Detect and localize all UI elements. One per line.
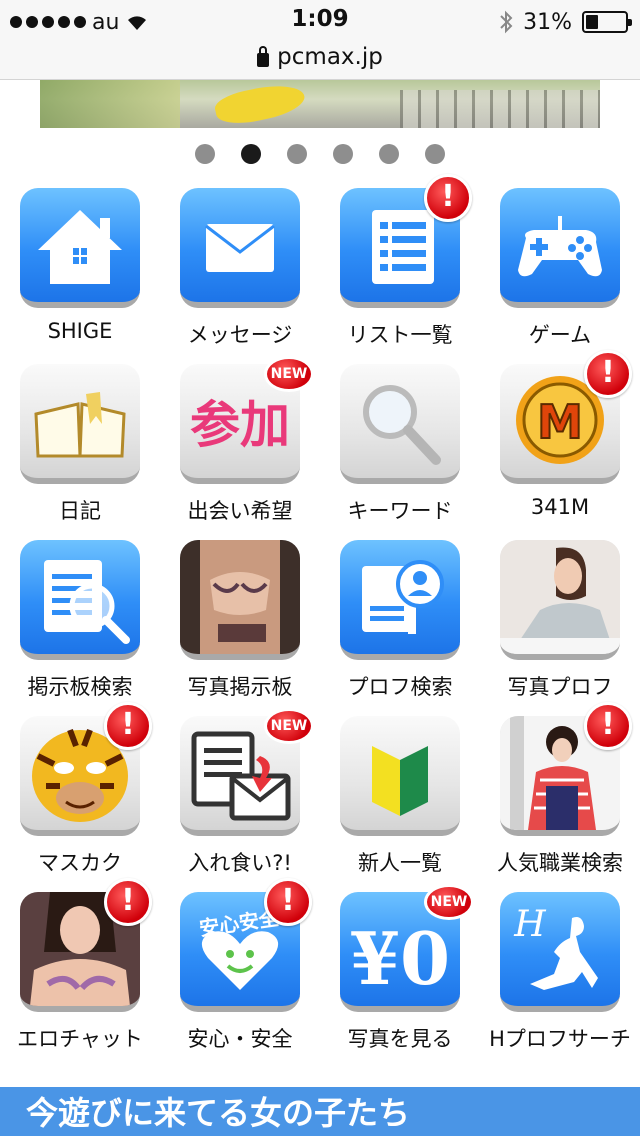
- menu-tile-label: 写真掲示板: [187, 675, 293, 699]
- document-search-icon[interactable]: [20, 540, 140, 660]
- pager-dot[interactable]: [287, 144, 307, 164]
- menu-tile-label: Hプロフサーチ: [489, 1027, 631, 1051]
- alert-badge-icon: !: [584, 350, 632, 398]
- menu-tile-label: 写真プロフ: [507, 675, 613, 699]
- address-bar[interactable]: pcmax.jp: [0, 40, 640, 74]
- envelope-icon[interactable]: [180, 188, 300, 308]
- menu-tile-label: 掲示板検索: [27, 675, 133, 699]
- carousel-pager[interactable]: [0, 144, 640, 166]
- svg-text:参加: 参加: [190, 396, 290, 454]
- lock-icon: [257, 45, 270, 67]
- menu-tile-label: メッセージ: [187, 323, 293, 347]
- carousel-banner[interactable]: [40, 80, 600, 128]
- alert-badge-icon: !: [264, 878, 312, 926]
- menu-tile-label: 新人一覧: [358, 851, 442, 875]
- pager-dot[interactable]: [379, 144, 399, 164]
- home-icon[interactable]: [20, 188, 140, 308]
- alert-badge-icon: !: [424, 174, 472, 222]
- new-badge: NEW: [424, 884, 474, 920]
- menu-tile-label: マスカク: [38, 851, 122, 875]
- beginner-mark-icon[interactable]: [340, 716, 460, 836]
- menu-tile-label: エロチャット: [17, 1027, 143, 1051]
- battery-percent: 31%: [523, 9, 572, 35]
- banner-character: [212, 80, 308, 128]
- alert-badge-icon: !: [104, 702, 152, 750]
- menu-tile-label: リスト一覧: [347, 323, 453, 347]
- alert-badge-icon: !: [104, 878, 152, 926]
- status-right: 31%: [499, 8, 632, 36]
- pager-dot[interactable]: [333, 144, 353, 164]
- menu-tile-label: キーワード: [347, 499, 453, 523]
- alert-badge-icon: !: [584, 702, 632, 750]
- menu-tile-label: 出会い希望: [187, 499, 293, 523]
- photo-profile-thumbnail[interactable]: [500, 540, 620, 660]
- pager-dot[interactable]: [195, 144, 215, 164]
- menu-tile-label: 日記: [59, 499, 101, 523]
- svg-text:¥0: ¥0: [350, 916, 450, 1001]
- menu-tile-label: 人気職業検索: [497, 851, 623, 875]
- menu-tile-label: ゲーム: [528, 323, 592, 347]
- url-text: pcmax.jp: [277, 44, 383, 70]
- book-icon[interactable]: [20, 364, 140, 484]
- menu-tile-label: 入れ食い?!: [188, 851, 292, 875]
- profile-search-icon[interactable]: [340, 540, 460, 660]
- menu-tile-label: プロフ検索: [347, 675, 453, 699]
- menu-tile-label: 安心・安全: [187, 1027, 293, 1051]
- gamepad-icon[interactable]: [500, 188, 620, 308]
- section-heading: 今遊びに来てる女の子たち: [0, 1087, 640, 1136]
- new-badge: NEW: [264, 356, 314, 392]
- battery-icon: [582, 11, 632, 33]
- h-silhouette-icon[interactable]: H: [500, 892, 620, 1012]
- new-badge: NEW: [264, 708, 314, 744]
- svg-text:M: M: [537, 395, 583, 449]
- magnifier-icon[interactable]: [340, 364, 460, 484]
- svg-text:H: H: [513, 904, 546, 945]
- menu-tile-label: 341M: [530, 495, 590, 519]
- status-bar: au 1:09 31% pcmax.jp: [0, 0, 640, 80]
- pager-dot[interactable]: [425, 144, 445, 164]
- photo-board-thumbnail[interactable]: [180, 540, 300, 660]
- menu-tile-label: 写真を見る: [347, 1027, 453, 1051]
- pager-dot[interactable]: [241, 144, 261, 164]
- menu-tile-label: SHIGE: [47, 319, 113, 343]
- bluetooth-icon: [500, 10, 513, 34]
